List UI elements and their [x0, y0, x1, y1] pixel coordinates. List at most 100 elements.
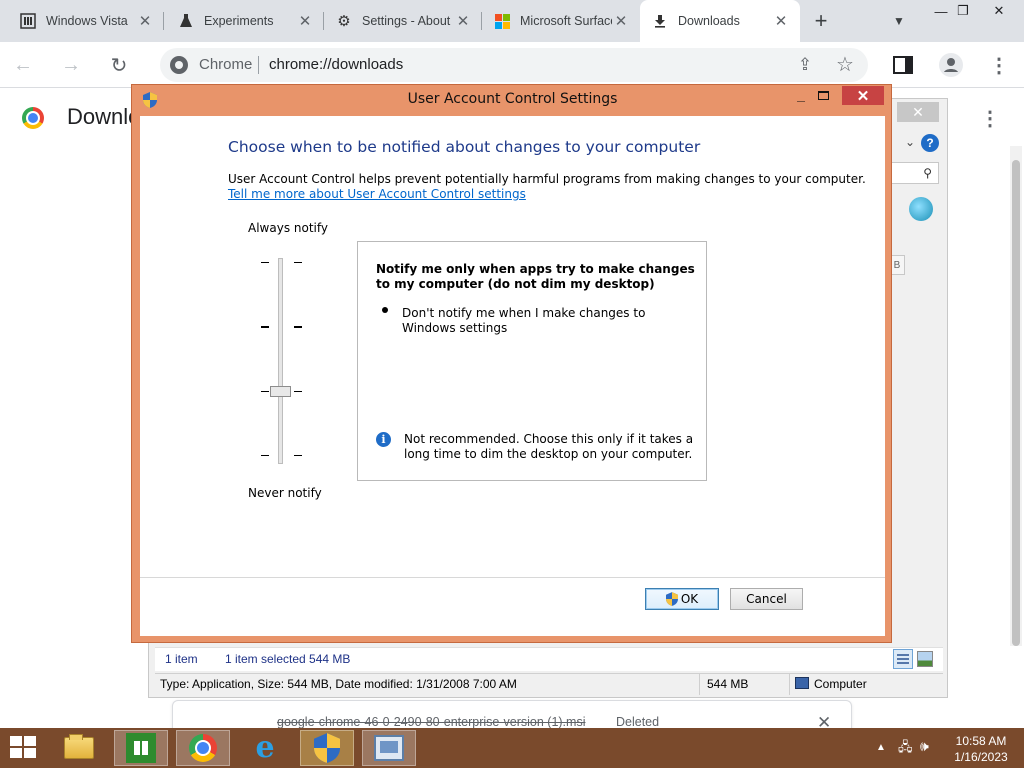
close-tab-icon[interactable]: ✕ — [136, 12, 154, 30]
file-size: 544 MB — [707, 677, 749, 691]
chrome-logo-icon — [22, 107, 44, 129]
taskbar-store[interactable] — [114, 730, 168, 766]
reload-icon[interactable]: ↻ — [104, 50, 134, 80]
tab-downloads[interactable]: Downloads ✕ — [640, 0, 800, 42]
close-tab-icon[interactable]: ✕ — [772, 12, 790, 30]
taskbar-file-explorer[interactable] — [52, 730, 106, 766]
slider-tick — [261, 326, 269, 328]
slider-tick — [294, 391, 302, 392]
address-bar[interactable]: Chrome chrome://downloads ⇪ ☆ — [160, 48, 868, 82]
level-description-box: Notify me only when apps try to make cha… — [357, 241, 707, 481]
taskbar-remote-desktop[interactable] — [362, 730, 416, 766]
tab-title: Downloads — [678, 14, 740, 28]
tab-microsoft-surface[interactable]: Microsoft Surface ✕ — [482, 0, 640, 42]
details-separator — [699, 673, 700, 695]
level-bullet: Don't notify me when I make changes to W… — [402, 306, 646, 335]
bookmark-star-icon[interactable]: ☆ — [834, 53, 856, 76]
slider-tick — [261, 455, 269, 456]
show-hidden-icons-icon[interactable]: ▲ — [876, 742, 886, 753]
tab-search-chevron-icon[interactable]: ▼ — [888, 10, 910, 32]
learn-more-link[interactable]: Tell me more about User Account Control … — [228, 187, 526, 201]
computer-icon — [795, 677, 809, 689]
omnibox-label: Chrome — [199, 56, 253, 73]
windows-start-icon[interactable] — [10, 736, 38, 760]
notification-level-slider[interactable] — [278, 258, 283, 464]
share-icon[interactable]: ⇪ — [794, 54, 816, 76]
internet-explorer-icon: e — [255, 730, 275, 765]
tab-title: Windows Vista — [46, 14, 128, 28]
chrome-page-icon — [170, 56, 188, 74]
selection-info: 1 item selected 544 MB — [225, 652, 351, 666]
explorer-search-box[interactable]: ⚲ — [889, 162, 939, 184]
help-icon[interactable]: ? — [921, 134, 939, 152]
volume-icon[interactable]: 🕪 — [920, 738, 938, 756]
close-icon[interactable]: ✕ — [842, 86, 884, 105]
ok-button[interactable]: OK — [645, 588, 719, 610]
network-icon[interactable]: 🖧 — [898, 738, 914, 754]
tab-title: Experiments — [204, 14, 274, 28]
uac-shield-icon — [314, 733, 340, 763]
details-separator — [789, 673, 790, 695]
tab-experiments[interactable]: Experiments ✕ — [166, 0, 324, 42]
taskbar-chrome[interactable] — [176, 730, 230, 766]
slider-thumb[interactable] — [270, 386, 291, 397]
gear-icon: ⚙ — [337, 13, 351, 30]
uac-settings-dialog: User Account Control Settings _ ✕ Choose… — [131, 84, 892, 643]
page-scrollbar-thumb[interactable] — [1012, 160, 1020, 646]
item-count: 1 item — [165, 652, 198, 666]
close-tab-icon[interactable]: ✕ — [296, 12, 314, 30]
omnibox-url[interactable]: chrome://downloads — [269, 56, 403, 73]
remote-desktop-icon — [374, 735, 404, 761]
clock-time[interactable]: 10:58 AM — [948, 734, 1014, 748]
slider-bottom-label: Never notify — [248, 486, 322, 500]
search-icon: ⚲ — [923, 166, 932, 180]
profile-avatar-icon[interactable] — [936, 50, 966, 80]
dialog-divider — [140, 577, 885, 578]
ribbon-chevron-icon[interactable]: ⌄ — [905, 135, 915, 149]
explorer-close-icon[interactable]: ✕ — [897, 102, 939, 122]
tab-windows-vista[interactable]: Windows Vista ✕ — [8, 0, 164, 42]
tab-title: Microsoft Surface — [520, 14, 612, 28]
close-tab-icon[interactable]: ✕ — [454, 12, 472, 30]
new-tab-button[interactable]: + — [808, 8, 834, 33]
taskbar-internet-explorer[interactable]: e — [238, 730, 292, 766]
chrome-menu-icon[interactable]: ⋮ — [984, 50, 1014, 80]
slider-tick — [261, 391, 269, 392]
download-icon — [652, 13, 668, 29]
globe-icon — [909, 197, 933, 221]
restore-window-icon[interactable]: ❐ — [946, 0, 980, 22]
cancel-button[interactable]: Cancel — [730, 588, 803, 610]
back-arrow-icon[interactable]: ← — [8, 50, 38, 80]
microsoft-logo-icon — [494, 13, 510, 29]
maximize-icon[interactable] — [818, 91, 829, 100]
taskbar: e ▲ 🖧 🕪 10:58 AM 1/16/2023 — [0, 728, 1024, 768]
close-tab-icon[interactable]: ✕ — [612, 12, 630, 30]
taskbar-uac[interactable] — [300, 730, 354, 766]
tab-strip: Windows Vista ✕ Experiments ✕ ⚙ Settings… — [0, 0, 1024, 42]
download-status: Deleted — [616, 715, 660, 729]
details-view-icon[interactable] — [893, 649, 913, 669]
slider-tick — [294, 455, 302, 456]
download-filename[interactable]: google-chrome-46-0-2490-80-enterprise-ve… — [277, 715, 585, 729]
omnibox-divider — [258, 56, 259, 74]
slider-tick — [294, 262, 302, 263]
page-more-menu-icon[interactable]: ⋮ — [980, 106, 1000, 130]
side-panel-icon[interactable] — [888, 50, 918, 80]
flask-icon — [178, 13, 194, 29]
museum-icon — [20, 13, 36, 29]
ok-label: OK — [680, 592, 699, 606]
tab-separator — [163, 12, 164, 30]
large-icons-view-icon[interactable] — [917, 651, 933, 667]
file-details: Type: Application, Size: 544 MB, Date mo… — [160, 677, 517, 691]
info-icon: i — [376, 432, 391, 447]
chrome-icon — [189, 734, 217, 762]
dialog-heading: Choose when to be notified about changes… — [228, 138, 701, 156]
forward-arrow-icon[interactable]: → — [56, 50, 86, 80]
close-window-icon[interactable]: ✕ — [982, 0, 1016, 22]
clock-date[interactable]: 1/16/2023 — [948, 750, 1014, 764]
store-icon — [126, 733, 156, 763]
slider-tick — [294, 326, 302, 328]
dialog-title: User Account Control Settings — [407, 91, 618, 107]
minimize-icon[interactable]: _ — [790, 85, 812, 107]
tab-settings-about[interactable]: ⚙ Settings - About ✕ — [324, 0, 482, 42]
